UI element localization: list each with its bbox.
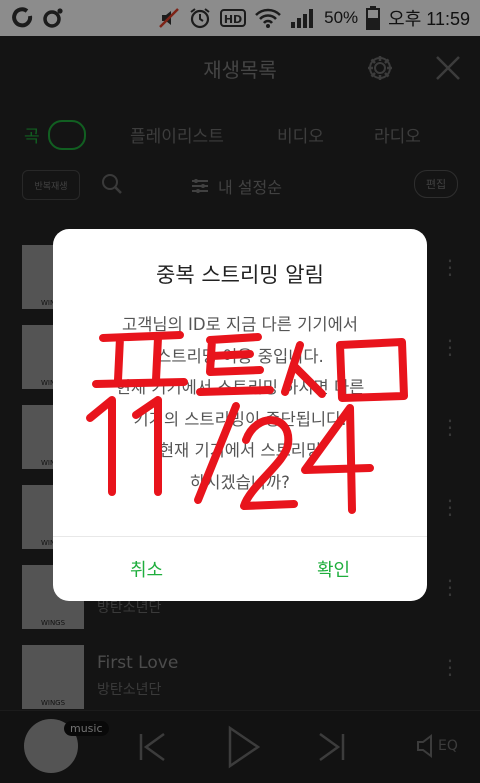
cancel-button[interactable]: 취소: [53, 537, 240, 601]
confirm-button[interactable]: 확인: [240, 537, 427, 601]
dialog-line: 스트리밍 이용 중입니다.: [156, 346, 324, 366]
dialog-line: 현재 기기에서 스트리밍 하시면 다른: [115, 378, 365, 397]
dialog-line: 기기의 스트리밍이 중단됩니다.: [133, 409, 347, 429]
dialog-message: 고객님의 ID로 지금 다른 기기에서 스트리밍 이용 중입니다. 현재 기기에…: [53, 309, 427, 498]
duplicate-streaming-dialog: 중복 스트리밍 알림 고객님의 ID로 지금 다른 기기에서 스트리밍 이용 중…: [53, 229, 427, 601]
dialog-line: 현재 기기에서 스트리밍: [158, 441, 322, 460]
dialog-line: 고객님의 ID로 지금 다른 기기에서: [122, 315, 358, 334]
dialog-actions: 취소 확인: [53, 536, 427, 601]
dialog-title: 중복 스트리밍 알림: [156, 263, 324, 287]
dialog-line: 하시겠습니까?: [190, 472, 290, 492]
